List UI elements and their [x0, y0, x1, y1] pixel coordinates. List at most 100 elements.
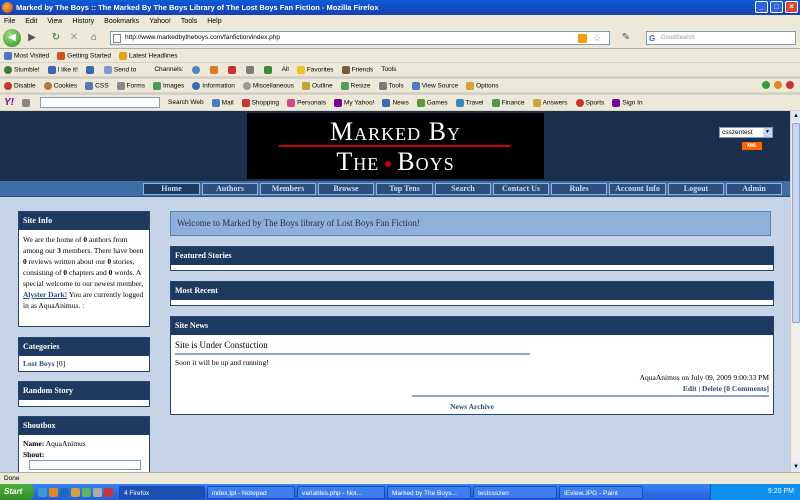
scroll-up-icon[interactable]: ▲ [791, 111, 800, 121]
all-channels-button[interactable]: All [282, 66, 289, 73]
nav-top-tens[interactable]: Top Tens [376, 183, 433, 195]
pencil-icon[interactable] [22, 98, 30, 107]
images-menu[interactable]: Images [152, 81, 184, 90]
menu-yahoo[interactable]: Yahoo! [149, 18, 171, 25]
menu-help[interactable]: Help [207, 18, 221, 25]
menu-tools[interactable]: Tools [181, 18, 197, 25]
nav-search[interactable]: Search [435, 183, 491, 195]
stop-icon[interactable]: ✕ [68, 32, 80, 44]
channel-icon[interactable] [191, 65, 200, 74]
sign-in-button[interactable]: Sign In [612, 98, 643, 107]
cookies-menu[interactable]: Cookies [43, 81, 77, 90]
addon-icon[interactable]: ✎ [620, 32, 632, 44]
warning-icon[interactable] [774, 81, 782, 89]
travel-button[interactable]: Travel [455, 98, 484, 107]
start-button[interactable]: Start [0, 484, 34, 500]
folder-icon[interactable] [71, 487, 80, 497]
nav-account-info[interactable]: Account Info [609, 183, 666, 195]
news-comments-link[interactable]: [0 Comments] [724, 384, 769, 393]
my-yahoo-button[interactable]: My Yahoo! [333, 98, 374, 107]
options-menu[interactable]: Options [466, 81, 498, 90]
favorites-button[interactable]: Favorites [296, 65, 334, 74]
nav-admin[interactable]: Admin [726, 183, 782, 195]
xml-feed-badge[interactable]: XML [742, 142, 762, 150]
url-input[interactable]: http://www.markedbytheboys.com/fanfictio… [110, 31, 610, 45]
view-source-menu[interactable]: View Source [411, 81, 458, 90]
home-icon[interactable]: ⌂ [88, 32, 100, 44]
answers-button[interactable]: Answers [532, 98, 568, 107]
app-icon[interactable] [93, 487, 102, 497]
friends-button[interactable]: Friends [341, 65, 373, 74]
channel-icon[interactable] [209, 65, 218, 74]
css-menu[interactable]: CSS [85, 81, 109, 90]
minimize-button[interactable]: _ [755, 1, 768, 13]
shout-input[interactable] [29, 460, 141, 470]
task-folder[interactable]: testcsszen [473, 485, 557, 499]
channel-icon[interactable] [245, 65, 254, 74]
task-firefox-page[interactable]: Marked by The Boys... [387, 485, 471, 499]
dislike-button[interactable] [85, 65, 96, 74]
search-web-button[interactable]: Search Web [168, 99, 204, 106]
menu-view[interactable]: View [47, 18, 62, 25]
channel-icon[interactable] [263, 65, 272, 74]
resize-menu[interactable]: Resize [340, 81, 371, 90]
forward-icon[interactable]: ▶ [26, 32, 38, 44]
newest-member-link[interactable]: Alyster Dark! [23, 290, 67, 299]
check-icon[interactable] [762, 81, 770, 89]
menu-bookmarks[interactable]: Bookmarks [104, 18, 139, 25]
tools-button[interactable]: Tools [381, 66, 396, 73]
task-notepad-variables[interactable]: variables.php - Not... [297, 485, 385, 499]
rss-icon[interactable] [578, 34, 587, 43]
yahoo-search-input[interactable] [40, 97, 160, 108]
news-archive-link[interactable]: News Archive [450, 402, 494, 411]
ie-icon[interactable] [60, 487, 69, 497]
personals-button[interactable]: Personals [287, 98, 326, 107]
nav-authors[interactable]: Authors [202, 183, 258, 195]
reload-icon[interactable]: ↻ [50, 32, 62, 44]
desktop-icon[interactable] [38, 487, 47, 497]
app-icon[interactable] [104, 487, 113, 497]
maximize-button[interactable]: □ [770, 1, 783, 13]
nav-home[interactable]: Home [143, 183, 200, 195]
nav-logout[interactable]: Logout [668, 183, 724, 195]
menu-edit[interactable]: Edit [25, 18, 37, 25]
news-button[interactable]: News [382, 98, 409, 107]
page-scrollbar[interactable]: ▲ ▼ [790, 111, 800, 472]
sports-button[interactable]: Sports [575, 98, 604, 107]
scrollbar-thumb[interactable] [792, 123, 800, 323]
bookmark-star-icon[interactable]: ☆ [593, 32, 601, 44]
site-logo[interactable]: Marked By The Boys [247, 113, 544, 179]
task-paint[interactable]: IEview.JPG - Paint [559, 485, 643, 499]
back-button[interactable]: ◀ [3, 29, 21, 47]
menu-history[interactable]: History [72, 18, 94, 25]
task-notepad-index[interactable]: index.tpl - Notepad [207, 485, 295, 499]
skin-select[interactable]: csszentest ▼ [719, 127, 773, 138]
nav-rules[interactable]: Rules [551, 183, 607, 195]
bookmark-latest-headlines[interactable]: Latest Headlines [119, 51, 177, 60]
nav-members[interactable]: Members [260, 183, 316, 195]
like-button[interactable]: I like it! [47, 65, 78, 74]
close-button[interactable]: × [785, 1, 798, 13]
error-icon[interactable] [786, 81, 794, 89]
finance-button[interactable]: Finance [491, 98, 525, 107]
outline-menu[interactable]: Outline [302, 81, 333, 90]
nav-contact-us[interactable]: Contact Us [493, 183, 549, 195]
shopping-button[interactable]: Shopping [241, 98, 279, 107]
tools-menu[interactable]: Tools [378, 81, 404, 90]
firefox-icon[interactable] [49, 487, 58, 497]
bookmark-getting-started[interactable]: Getting Started [57, 51, 111, 60]
menu-file[interactable]: File [4, 18, 15, 25]
bookmark-most-visited[interactable]: Most Visited [4, 51, 49, 60]
stumble-button[interactable]: Stumble! [4, 65, 40, 74]
news-delete-link[interactable]: Delete [702, 384, 722, 393]
forms-menu[interactable]: Forms [116, 81, 145, 90]
scroll-down-icon[interactable]: ▼ [791, 462, 800, 472]
news-edit-link[interactable]: Edit [683, 384, 697, 393]
games-button[interactable]: Games [416, 98, 448, 107]
channel-icon[interactable] [227, 65, 236, 74]
information-menu[interactable]: Information [192, 81, 235, 90]
miscellaneous-menu[interactable]: Miscellaneous [242, 81, 294, 90]
search-input[interactable]: G GoodSearch [646, 31, 796, 45]
mail-button[interactable]: Mail [211, 98, 234, 107]
yahoo-logo[interactable]: Y! [4, 97, 14, 108]
